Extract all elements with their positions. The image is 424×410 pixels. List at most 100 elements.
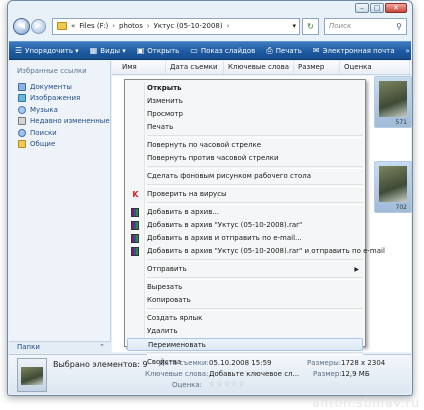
email-button[interactable]: ✉ Электронная почта: [313, 46, 395, 55]
menu-item[interactable]: Создать ярлык: [125, 312, 365, 325]
forward-button[interactable]: ▶: [31, 18, 46, 34]
antivirus-icon: K: [132, 190, 139, 199]
organize-button[interactable]: ☰ Упорядочить ▾: [15, 46, 79, 55]
chevron-up-icon: ⌃: [99, 343, 105, 351]
menu-separator: [147, 277, 363, 280]
open-icon: ▣: [136, 46, 145, 55]
photo-thumbnail[interactable]: 571: [374, 76, 412, 128]
menu-item-label: Просмотр: [147, 110, 183, 118]
menu-item[interactable]: Изменить: [125, 95, 365, 108]
search-icon[interactable]: ⚲: [396, 22, 402, 31]
breadcrumb-separator: ›: [226, 22, 230, 30]
favorites-header: Избранные ссылки: [17, 67, 87, 75]
address-dropdown-icon[interactable]: ▾: [292, 22, 296, 30]
address-bar[interactable]: « Files (F:) › photos › Уктус (05-10-200…: [52, 17, 300, 35]
search-placeholder: Поиск: [329, 22, 352, 30]
caption-buttons: – □ ✕: [355, 3, 407, 13]
keywords-value[interactable]: Добавьте ключевое сл...: [209, 370, 299, 378]
menu-item[interactable]: Просмотр: [125, 108, 365, 121]
menu-item[interactable]: Копировать: [125, 294, 365, 307]
column-header-date-taken[interactable]: Дата съемки: [166, 61, 224, 74]
winrar-icon: [131, 208, 139, 217]
nav-item-recently-changed[interactable]: Недавно измененные: [9, 116, 110, 127]
print-label: Печать: [275, 46, 302, 55]
refresh-button[interactable]: ↻: [302, 17, 319, 35]
search-input[interactable]: Поиск ⚲: [324, 17, 407, 35]
nav-item-documents[interactable]: Документы: [9, 81, 110, 92]
breadcrumb-uktus[interactable]: Уктус (05-10-2008): [154, 22, 223, 30]
menu-item[interactable]: Повернуть по часовой стрелке: [125, 139, 365, 152]
column-header-rating[interactable]: Оценка: [340, 61, 410, 74]
nav-item-label: Поиски: [30, 128, 57, 137]
column-header-size[interactable]: Размер: [294, 61, 340, 74]
menu-item[interactable]: Открыть: [125, 82, 365, 95]
organize-icon: ☰: [15, 46, 23, 55]
nav-item-pictures[interactable]: Изображения: [9, 93, 110, 104]
menu-item[interactable]: Переименовать: [127, 338, 363, 351]
menu-item-label: Печать: [147, 123, 174, 131]
documents-icon: [18, 82, 26, 91]
rating-stars[interactable]: ☆☆☆☆☆: [209, 380, 245, 388]
menu-item-label: Добавить в архив "Уктус (05-10-2008).rar…: [147, 221, 303, 229]
nav-item-label: Музыка: [30, 105, 58, 114]
photo-preview: [379, 81, 407, 117]
slideshow-button[interactable]: ▭ Показ слайдов: [190, 46, 255, 55]
navigation-pane: Избранные ссылки Документы Изображения М…: [9, 61, 111, 341]
more-button[interactable]: »: [406, 47, 410, 55]
watermark: anton.sbmav.ru: [312, 396, 420, 410]
views-icon: ▦: [89, 46, 98, 55]
organize-label: Упорядочить ▾: [25, 46, 79, 55]
menu-item[interactable]: Добавить в архив "Уктус (05-10-2008).rar…: [125, 245, 385, 258]
menu-item-label: Проверить на вирусы: [147, 190, 227, 198]
email-label: Электронная почта: [322, 46, 395, 55]
menu-item[interactable]: Удалить: [125, 325, 365, 338]
views-button[interactable]: ▦ Виды ▾: [90, 46, 126, 55]
menu-item[interactable]: Вырезать: [125, 281, 365, 294]
context-menu: Открыть Изменить Просмотр Печать Повернуть п…: [124, 79, 385, 366]
menu-item[interactable]: Повернуть против часовой стрелки: [125, 152, 365, 165]
menu-item[interactable]: Добавить в архив "Уктус (05-10-2008).rar…: [125, 219, 365, 232]
menu-item-label: Повернуть по часовой стрелке: [147, 141, 262, 149]
size-value: 12,9 МБ: [341, 370, 370, 378]
menu-item-label: Копировать: [147, 296, 191, 304]
menu-item-label: Изменить: [147, 97, 183, 105]
menu-item-label: Отправить: [147, 265, 187, 273]
nav-item-searches[interactable]: Поиски: [9, 127, 110, 138]
minimize-button[interactable]: –: [355, 3, 369, 13]
column-header-name[interactable]: Имя: [118, 61, 166, 74]
print-button[interactable]: ⎙ Печать: [266, 46, 302, 56]
views-label: Виды ▾: [100, 46, 126, 55]
back-button[interactable]: ◀: [13, 17, 30, 35]
breadcrumb-photos[interactable]: photos: [119, 22, 143, 30]
folders-label: Папки: [17, 343, 40, 351]
submenu-arrow-icon: ▶: [354, 266, 359, 273]
open-button[interactable]: ▣ Открыть: [137, 46, 180, 55]
address-prefix[interactable]: «: [71, 22, 75, 30]
menu-item-label: Создать ярлык: [147, 314, 203, 322]
photo-preview: [21, 367, 43, 385]
menu-separator: [147, 135, 363, 138]
menu-item[interactable]: Свойства: [125, 356, 365, 369]
folders-toggle[interactable]: Папки ⌃: [9, 341, 111, 353]
command-toolbar: ☰ Упорядочить ▾ ▦ Виды ▾ ▣ Открыть ▭ Показ с…: [9, 41, 424, 60]
breadcrumb-separator: ›: [112, 22, 115, 30]
menu-item[interactable]: Печать: [125, 121, 365, 134]
nav-item-music[interactable]: Музыка: [9, 104, 110, 115]
menu-item[interactable]: K Проверить на вирусы: [125, 188, 365, 201]
photo-thumbnail[interactable]: 702: [374, 161, 412, 213]
nav-item-public[interactable]: Общие: [9, 139, 110, 150]
breadcrumb-files[interactable]: Files (F:): [79, 22, 108, 30]
menu-item[interactable]: Отправить ▶: [125, 263, 365, 276]
nav-item-label: Общие: [30, 140, 56, 148]
nav-item-label: Изображения: [30, 94, 81, 102]
maximize-button[interactable]: □: [370, 3, 384, 13]
menu-separator: [147, 202, 363, 205]
menu-item[interactable]: Добавить в архив и отправить по e-mail..…: [125, 232, 365, 245]
column-headers: Имя Дата съемки Ключевые слова Размер Оц…: [112, 61, 411, 75]
close-button[interactable]: ✕: [385, 3, 407, 13]
menu-item[interactable]: Сделать фоновым рисунком рабочего стола: [125, 170, 365, 183]
menu-item[interactable]: Добавить в архив...: [125, 206, 365, 219]
pictures-icon: [18, 94, 26, 102]
printer-icon: ⎙: [266, 45, 273, 55]
column-header-keywords[interactable]: Ключевые слова: [224, 61, 294, 74]
